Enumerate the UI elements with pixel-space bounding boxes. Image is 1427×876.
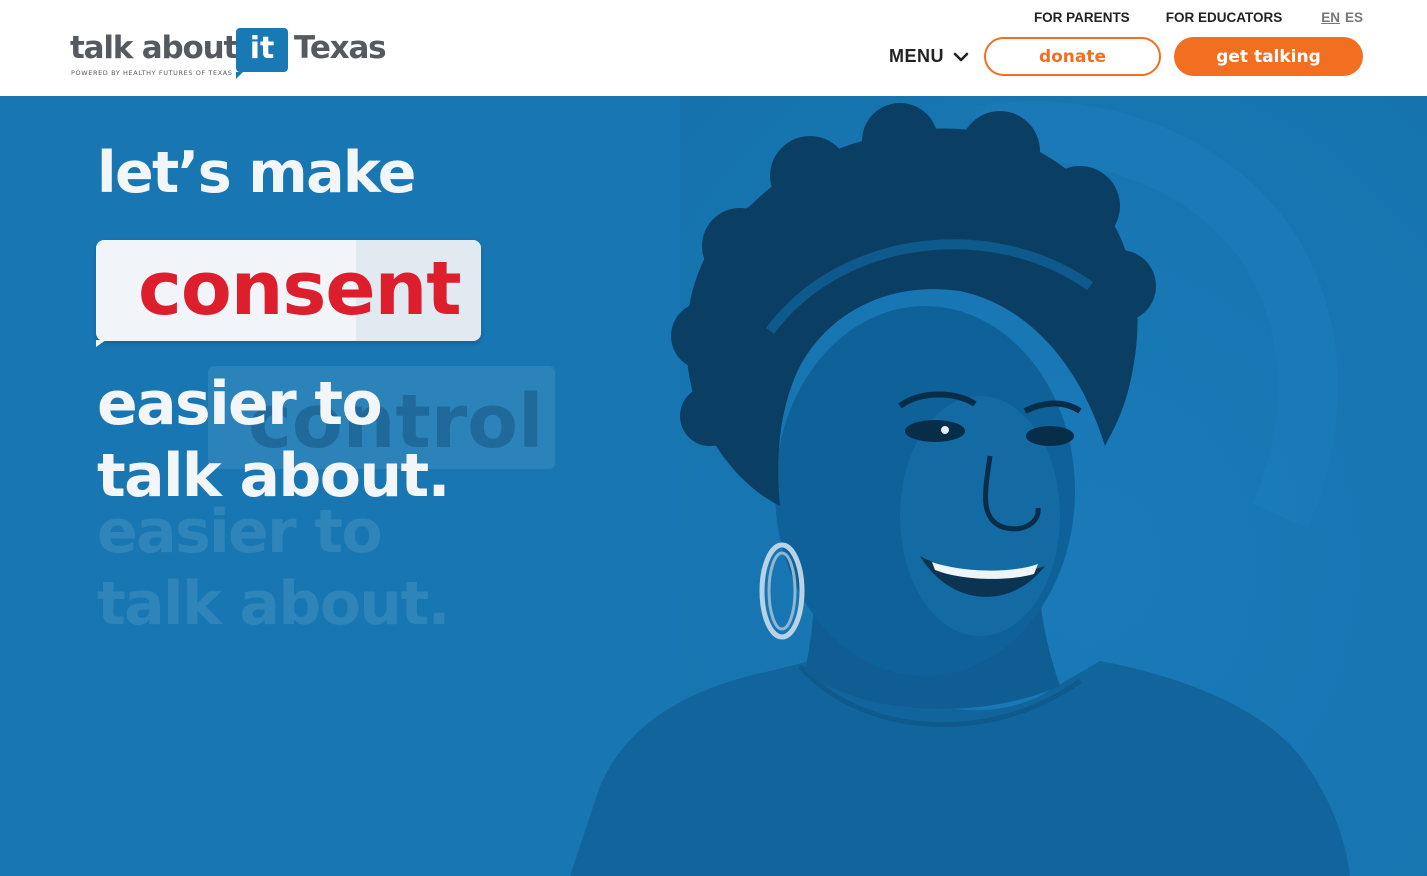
for-parents-link[interactable]: FOR PARENTS (1034, 10, 1130, 25)
logo-it-speech-bubble: it (236, 28, 288, 79)
logo-talk-about-text: talk about (70, 30, 238, 66)
utility-nav: FOR PARENTS FOR EDUCATORS EN ES (998, 10, 1363, 25)
headline-lets-make: let’s make (97, 140, 416, 206)
site-header: talk about it Texas POWERED BY HEALTHY F… (0, 0, 1427, 96)
language-es-link[interactable]: ES (1345, 10, 1363, 25)
main-nav: MENU donate get talking (889, 37, 1363, 76)
menu-label: MENU (889, 46, 944, 66)
ghost-line-easier-to: easier to (97, 497, 383, 567)
hero-section: let’s make control consent easier to tal… (0, 96, 1427, 876)
language-switcher: EN ES (1316, 10, 1363, 25)
menu-toggle[interactable]: MENU (889, 46, 970, 67)
ghost-line-talk-about: talk about. (97, 569, 450, 639)
rotating-word-bubble: consent (96, 240, 481, 347)
donate-button[interactable]: donate (984, 37, 1161, 76)
headline-easier-to-talk-about: easier to talk about. (97, 368, 450, 512)
headline-line-easier-to: easier to (97, 369, 383, 439)
logo-tagline: POWERED BY HEALTHY FUTURES OF TEXAS (71, 69, 233, 77)
logo-texas-text: Texas (294, 30, 387, 66)
chevron-down-icon (953, 52, 969, 61)
smiling-woman-photo (570, 100, 1350, 876)
for-educators-link[interactable]: FOR EDUCATORS (1166, 10, 1283, 25)
language-en-link[interactable]: EN (1321, 10, 1340, 25)
get-talking-button[interactable]: get talking (1174, 37, 1363, 76)
rotating-word: consent (138, 246, 462, 332)
headline-ghost-echo: easier to talk about. (97, 496, 450, 640)
